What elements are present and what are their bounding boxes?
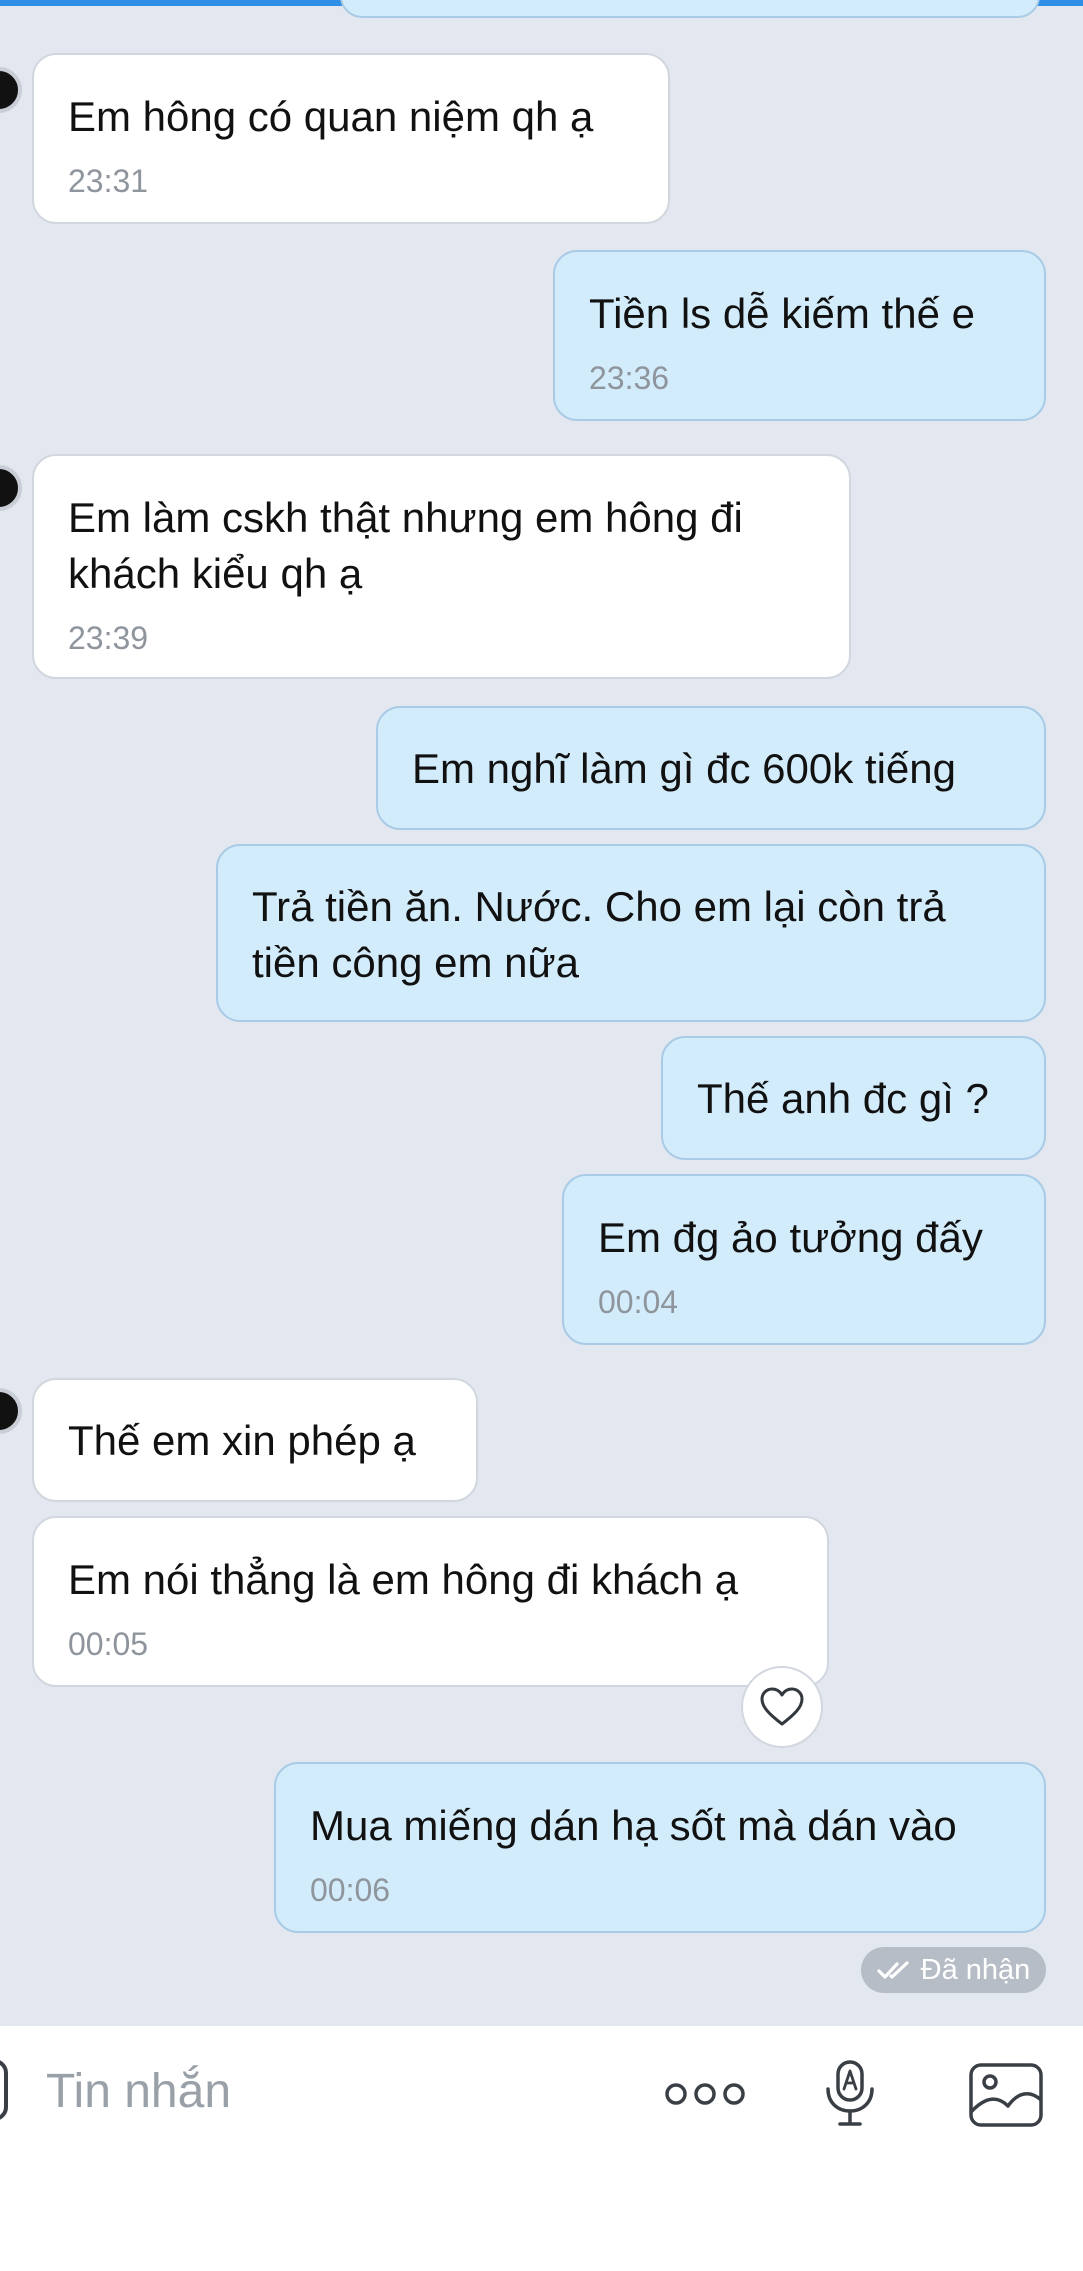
message-text: Thế anh đc gì ? [697,1075,989,1122]
message-text: Em làm cskh thật nhưng em hông đi khách … [68,494,743,597]
message-composer: Tin nhắn [0,2026,1083,2271]
message-bubble-partial[interactable] [340,0,1040,18]
message-input[interactable]: Tin nhắn [46,2064,231,2120]
message-time: 00:06 [310,1872,391,1908]
delivery-status-text: Đã nhận [920,1953,1031,1986]
message-text: Trả tiền ăn. Nước. Cho em lại còn trả ti… [252,883,946,986]
sticker-icon[interactable] [0,2059,8,2121]
message-bubble-incoming[interactable]: Em hông có quan niệm qh ạ 23:31 [32,53,670,224]
message-bubble-outgoing[interactable]: Thế anh đc gì ? [661,1036,1046,1160]
avatar[interactable] [0,67,22,113]
double-check-icon [877,1961,909,1979]
message-text: Em hông có quan niệm qh ạ [68,93,594,140]
chat-area[interactable]: Em hông có quan niệm qh ạ 23:31 Tiền ls … [0,0,1083,2026]
message-text: Em nói thẳng là em hông đi khách ạ [68,1556,739,1603]
message-bubble-incoming[interactable]: Em làm cskh thật nhưng em hông đi khách … [32,454,851,679]
message-bubble-incoming[interactable]: Em nói thẳng là em hông đi khách ạ 00:05 [32,1516,829,1687]
avatar[interactable] [0,465,22,511]
message-time: 00:04 [598,1284,679,1320]
message-text: Em đg ảo tưởng đấy [598,1214,983,1261]
avatar[interactable] [0,1388,22,1434]
message-text: Thế em xin phép ạ [68,1417,416,1464]
image-gallery-icon [969,2063,1043,2127]
message-time: 23:39 [68,620,149,656]
voice-to-text-icon [826,2060,874,2126]
message-bubble-outgoing[interactable]: Em đg ảo tưởng đấy 00:04 [562,1174,1046,1345]
message-bubble-outgoing[interactable]: Mua miếng dán hạ sốt mà dán vào 00:06 [274,1762,1046,1933]
reaction-button[interactable] [741,1666,823,1748]
message-text: Tiền ls dễ kiếm thế e [589,290,975,337]
message-time: 23:31 [68,163,149,199]
message-time: 00:05 [68,1626,149,1662]
message-time: 23:36 [589,360,670,396]
more-options-button[interactable] [660,2070,750,2118]
message-bubble-outgoing[interactable]: Trả tiền ăn. Nước. Cho em lại còn trả ti… [216,844,1046,1022]
image-gallery-button[interactable] [966,2060,1046,2130]
heart-icon [760,1687,804,1726]
message-bubble-incoming[interactable]: Thế em xin phép ạ [32,1378,478,1502]
message-bubble-outgoing[interactable]: Tiền ls dễ kiếm thế e 23:36 [553,250,1046,421]
more-options-icon [665,2083,745,2105]
message-bubble-outgoing[interactable]: Em nghĩ làm gì đc 600k tiếng [376,706,1046,830]
message-text: Mua miếng dán hạ sốt mà dán vào [310,1802,957,1849]
delivery-status-badge: Đã nhận [861,1947,1046,1993]
message-text: Em nghĩ làm gì đc 600k tiếng [412,745,956,792]
voice-to-text-button[interactable] [818,2058,882,2130]
